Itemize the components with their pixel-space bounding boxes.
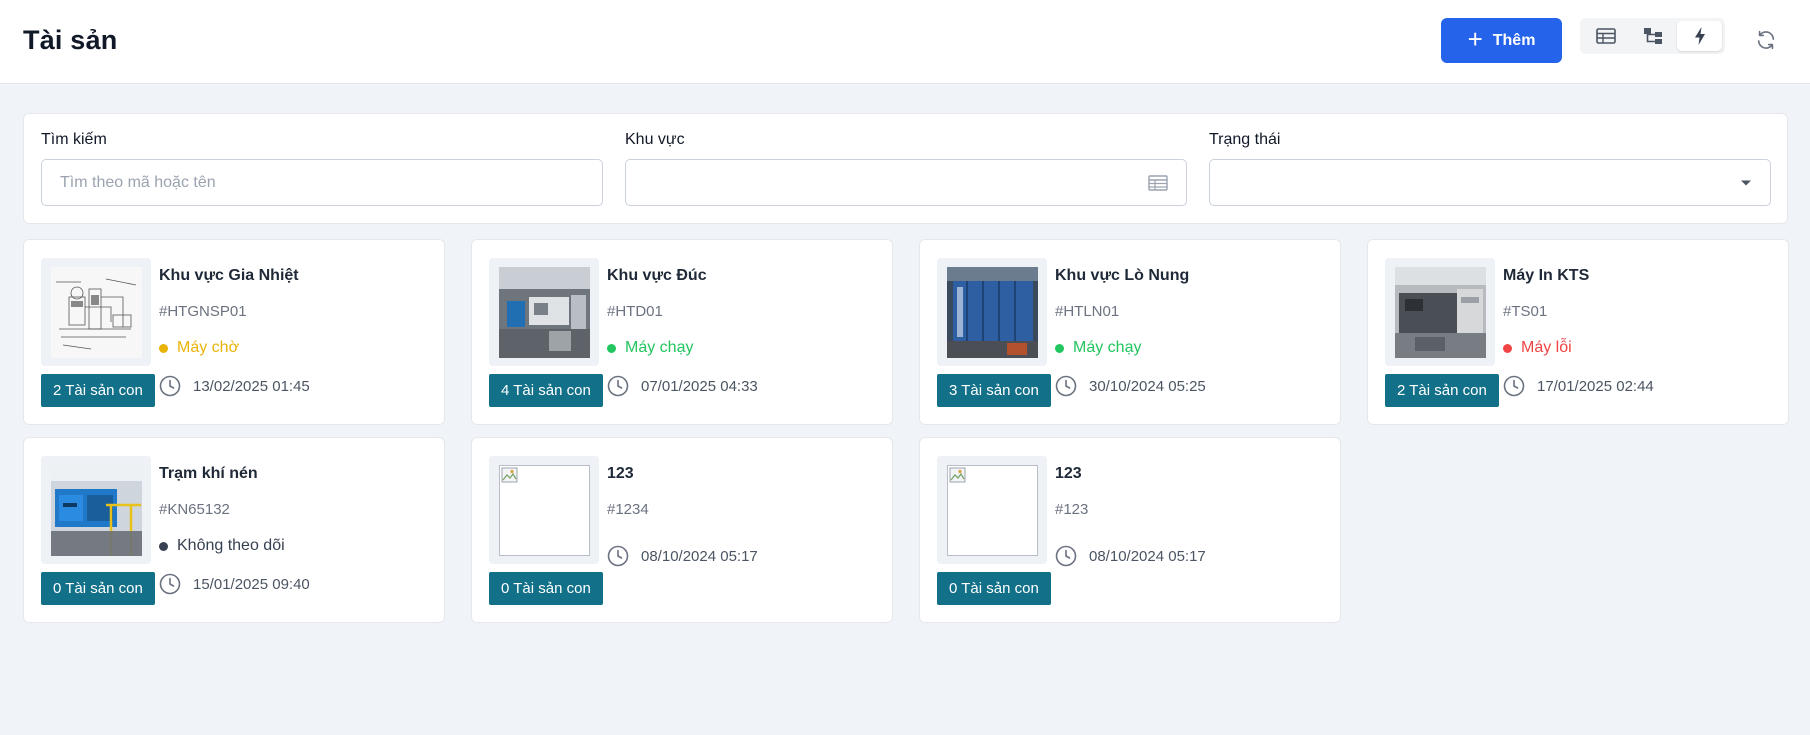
refresh-icon (1757, 30, 1775, 50)
asset-time: 07/01/2025 04:33 (607, 375, 758, 397)
child-assets-badge[interactable]: 0 Tài sản con (41, 572, 155, 605)
asset-status: Không theo dõi (159, 537, 285, 555)
child-assets-badge[interactable]: 2 Tài sản con (41, 374, 155, 407)
asset-card[interactable]: Khu vực Đúc #HTD01 Máy chạy 07/01/2025 0… (471, 239, 893, 425)
asset-time-label: 08/10/2024 05:17 (641, 547, 758, 565)
status-dot-icon (607, 343, 616, 353)
asset-name: Khu vực Lò Nung (1055, 267, 1190, 284)
area-filter: Khu vực (625, 131, 1187, 206)
asset-name: 123 (607, 465, 634, 482)
asset-code: #HTD01 (607, 303, 663, 320)
asset-image (489, 456, 599, 564)
asset-time-label: 08/10/2024 05:17 (1089, 547, 1206, 565)
child-assets-badge[interactable]: 4 Tài sản con (489, 374, 603, 407)
search-filter: Tìm kiếm (41, 131, 603, 206)
asset-code: #1234 (607, 501, 649, 518)
clock-icon (607, 375, 629, 397)
asset-time: 13/02/2025 01:45 (159, 375, 310, 397)
asset-image (489, 258, 599, 366)
tree-view-icon (1643, 28, 1662, 44)
asset-card[interactable]: Khu vực Lò Nung #HTLN01 Máy chạy 30/10/2… (919, 239, 1341, 425)
asset-image (41, 258, 151, 366)
asset-name: 123 (1055, 465, 1082, 482)
asset-status: Máy chạy (1055, 339, 1141, 357)
clock-icon (159, 573, 181, 595)
asset-time-label: 07/01/2025 04:33 (641, 377, 758, 395)
asset-status-label: Máy chạy (625, 339, 694, 356)
lightning-icon (1694, 27, 1705, 45)
table-view-button[interactable] (1583, 21, 1628, 51)
asset-time: 15/01/2025 09:40 (159, 573, 310, 595)
asset-code: #KN65132 (159, 501, 230, 518)
table-view-icon (1595, 28, 1616, 44)
asset-status-label: Không theo dõi (177, 537, 285, 554)
asset-time-label: 13/02/2025 01:45 (193, 377, 310, 395)
asset-image (41, 456, 151, 564)
asset-card[interactable]: 123 #123 08/10/2024 05:17 0 Tài sản con (919, 437, 1341, 623)
area-label: Khu vực (625, 131, 685, 148)
asset-time: 08/10/2024 05:17 (607, 545, 758, 567)
asset-code: #HTGNSP01 (159, 303, 247, 320)
clock-icon (1055, 375, 1077, 397)
asset-name: Trạm khí nén (159, 465, 258, 482)
status-dot-icon (1503, 343, 1512, 353)
lightning-view-button[interactable] (1677, 21, 1722, 51)
asset-name: Khu vực Đúc (607, 267, 707, 284)
filter-panel: Tìm kiếm Khu vực Trạng thái (23, 113, 1788, 224)
search-box (41, 159, 603, 206)
asset-status: Máy lỗi (1503, 339, 1572, 357)
asset-image (937, 258, 1047, 366)
table-select-icon[interactable] (1148, 174, 1168, 191)
asset-time: 17/01/2025 02:44 (1503, 375, 1654, 397)
view-mode-toggle (1580, 18, 1725, 54)
status-label: Trạng thái (1209, 131, 1281, 148)
asset-image (1385, 258, 1495, 366)
status-select[interactable] (1209, 159, 1771, 206)
page-title: Tài sản (23, 25, 118, 55)
asset-card[interactable]: Trạm khí nén #KN65132 Không theo dõi 15/… (23, 437, 445, 623)
search-input[interactable] (60, 173, 584, 192)
asset-status: Máy chạy (607, 339, 693, 357)
status-filter: Trạng thái (1209, 131, 1771, 206)
clock-icon (159, 375, 181, 397)
child-assets-badge[interactable]: 0 Tài sản con (489, 572, 603, 605)
area-select[interactable] (625, 159, 1187, 206)
asset-name: Khu vực Gia Nhiệt (159, 267, 299, 284)
asset-card[interactable]: Máy In KTS #TS01 Máy lỗi 17/01/2025 02:4… (1367, 239, 1789, 425)
asset-time-label: 30/10/2024 05:25 (1089, 377, 1206, 395)
asset-code: #HTLN01 (1055, 303, 1120, 320)
asset-card[interactable]: Khu vực Gia Nhiệt #HTGNSP01 Máy chờ 13/0… (23, 239, 445, 425)
asset-code: #123 (1055, 501, 1089, 518)
clock-icon (607, 545, 629, 567)
search-label: Tìm kiếm (41, 131, 107, 148)
asset-time-label: 17/01/2025 02:44 (1537, 377, 1654, 395)
asset-time: 08/10/2024 05:17 (1055, 545, 1206, 567)
child-assets-badge[interactable]: 0 Tài sản con (937, 572, 1051, 605)
child-assets-badge[interactable]: 3 Tài sản con (937, 374, 1051, 407)
asset-status-label: Máy chạy (1073, 339, 1142, 356)
asset-time: 30/10/2024 05:25 (1055, 375, 1206, 397)
asset-status-label: Máy chờ (177, 339, 240, 356)
asset-card[interactable]: 123 #1234 08/10/2024 05:17 0 Tài sản con (471, 437, 893, 623)
asset-name: Máy In KTS (1503, 267, 1590, 284)
asset-image (937, 456, 1047, 564)
asset-status: Máy chờ (159, 339, 239, 357)
page-header: Tài sản + Thêm (0, 0, 1810, 84)
clock-icon (1055, 545, 1077, 567)
status-dot-icon (159, 343, 168, 353)
status-dot-icon (1055, 343, 1064, 353)
add-button-label: Thêm (1492, 31, 1536, 49)
asset-time-label: 15/01/2025 09:40 (193, 575, 310, 593)
refresh-button[interactable] (1752, 26, 1780, 54)
clock-icon (1503, 375, 1525, 397)
child-assets-badge[interactable]: 2 Tài sản con (1385, 374, 1499, 407)
plus-icon: + (1467, 24, 1483, 54)
chevron-down-icon (1740, 179, 1752, 187)
asset-code: #TS01 (1503, 303, 1548, 320)
add-button[interactable]: + Thêm (1441, 18, 1562, 63)
asset-status-label: Máy lỗi (1521, 339, 1572, 356)
status-dot-icon (159, 541, 168, 551)
tree-view-button[interactable] (1630, 21, 1675, 51)
